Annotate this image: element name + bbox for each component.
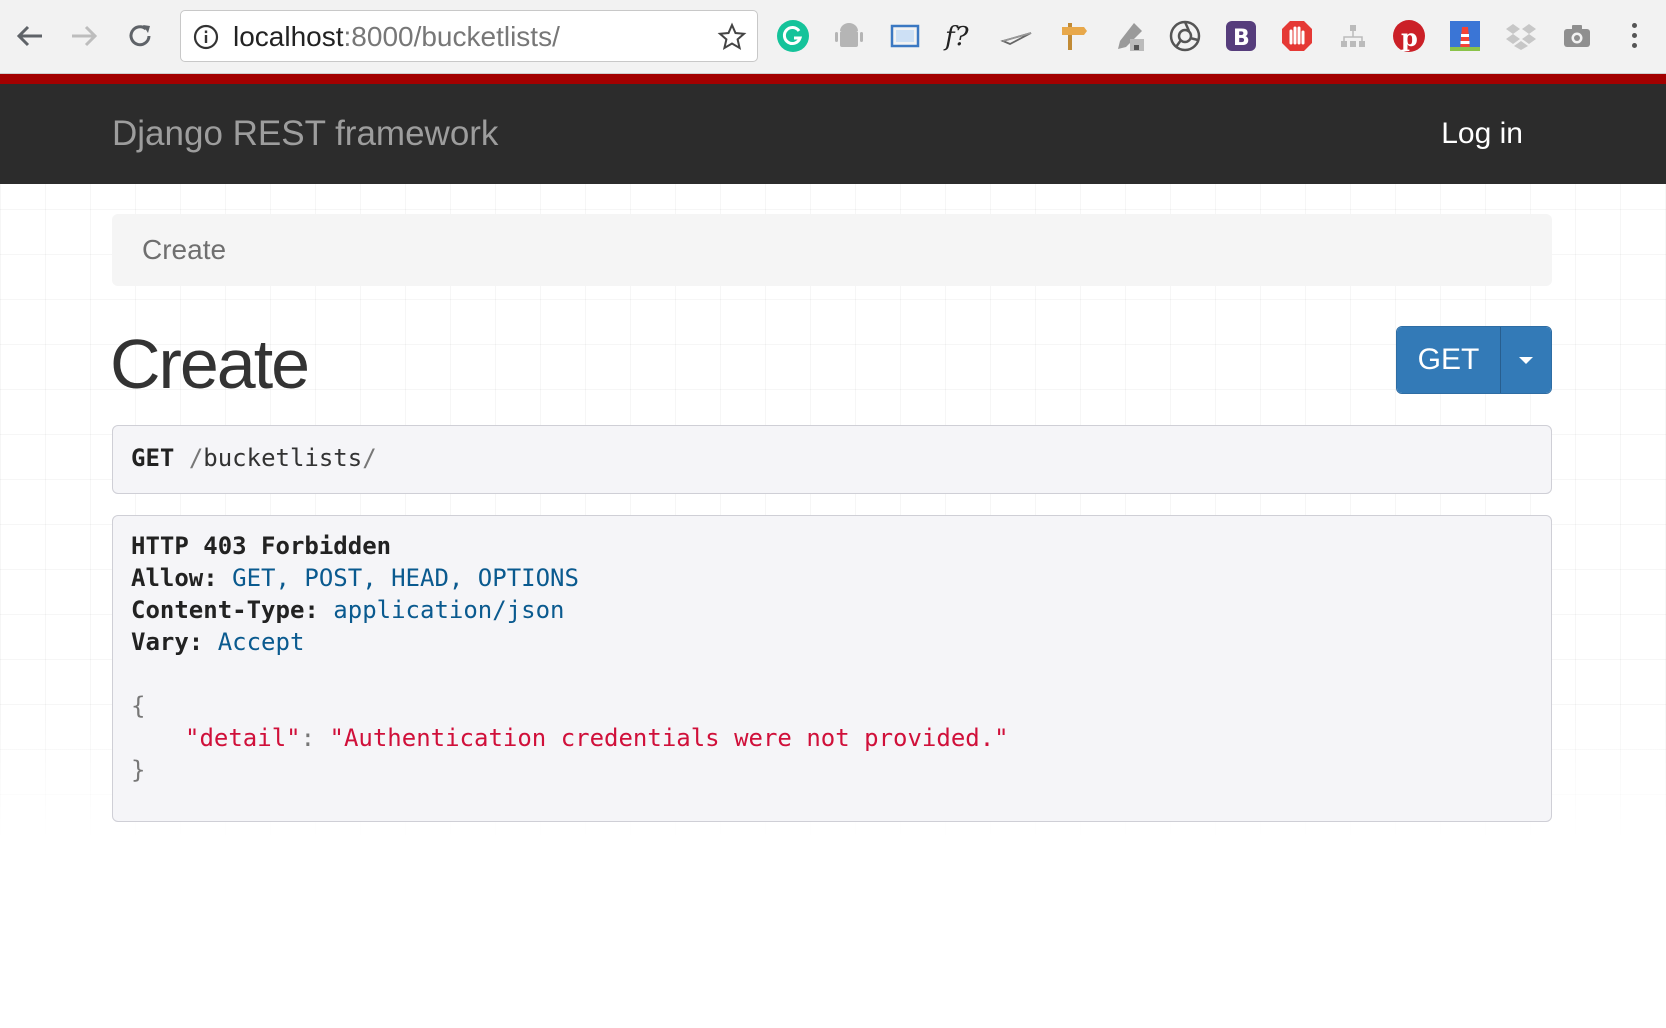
browser-menu-icon[interactable] (1622, 18, 1646, 56)
paper-plane-icon[interactable] (998, 17, 1036, 55)
get-button[interactable]: GET (1397, 327, 1501, 393)
pinterest-icon[interactable]: p (1390, 17, 1428, 55)
response-header-vary: Vary: Accept (131, 628, 305, 656)
info-icon[interactable] (193, 24, 219, 50)
request-method: GET (131, 444, 175, 472)
json-value: "Authentication credentials were not pro… (329, 724, 1009, 752)
svg-text:f?: f? (943, 22, 970, 52)
caret-down-icon (1519, 356, 1533, 364)
sitemap-icon[interactable] (1334, 17, 1372, 55)
get-button-group: GET (1396, 326, 1552, 394)
json-detail-line: "detail": "Authentication credentials we… (185, 724, 1009, 752)
response-header-content-type: Content-Type: application/json (131, 596, 565, 624)
svg-text:B: B (1233, 26, 1250, 51)
json-key: "detail" (185, 724, 301, 752)
reload-button[interactable] (120, 16, 160, 56)
back-button[interactable] (10, 16, 50, 56)
dropbox-icon[interactable] (1502, 17, 1540, 55)
screenshot-frame-icon[interactable] (886, 17, 924, 55)
chrome-swirl-icon[interactable] (1166, 17, 1204, 55)
request-path: bucketlists (203, 444, 363, 472)
brand-link[interactable]: Django REST framework (112, 114, 498, 154)
get-format-dropdown-button[interactable] (1501, 327, 1551, 393)
signpost-icon[interactable] (1054, 17, 1092, 55)
response-status: HTTP 403 Forbidden (131, 532, 392, 560)
font-identifier-icon[interactable]: f? (942, 17, 980, 55)
browser-toolbar: localhost:8000/bucketlists/ f? B p (0, 0, 1666, 74)
adblock-hand-icon[interactable] (1278, 17, 1316, 55)
json-close-brace: } (131, 756, 146, 784)
grammarly-icon[interactable] (774, 17, 812, 55)
response-info: HTTP 403 Forbidden Allow: GET, POST, HEA… (112, 515, 1552, 822)
request-info: GET /bucketlists/ (112, 425, 1552, 494)
response-header-allow: Allow: GET, POST, HEAD, OPTIONS (131, 564, 579, 592)
forward-button[interactable] (64, 16, 104, 56)
breadcrumb: Create (112, 214, 1552, 286)
accent-bar (0, 74, 1666, 84)
address-bar[interactable]: localhost:8000/bucketlists/ (180, 10, 758, 62)
url-text: localhost:8000/bucketlists/ (233, 21, 560, 52)
camera-icon[interactable] (1558, 17, 1596, 55)
json-open-brace: { (131, 692, 146, 720)
page-viewport: Django REST framework Log in Create Crea… (0, 74, 1666, 1028)
back-arrow-icon (16, 25, 42, 47)
login-link[interactable]: Log in (1441, 117, 1523, 151)
lighthouse-icon[interactable] (1446, 17, 1484, 55)
page-title: Create (110, 325, 310, 403)
reload-icon (129, 25, 151, 47)
forward-arrow-icon (72, 25, 98, 47)
bootstrap-icon[interactable]: B (1222, 17, 1260, 55)
android-icon[interactable] (830, 17, 868, 55)
svg-text:p: p (1401, 23, 1418, 52)
eyedropper-icon[interactable] (1110, 17, 1148, 55)
top-navbar: Django REST framework Log in (0, 84, 1666, 184)
breadcrumb-item-create: Create (142, 234, 227, 265)
request-line: GET /bucketlists/ (131, 444, 377, 472)
bookmark-star-icon[interactable] (717, 22, 747, 52)
